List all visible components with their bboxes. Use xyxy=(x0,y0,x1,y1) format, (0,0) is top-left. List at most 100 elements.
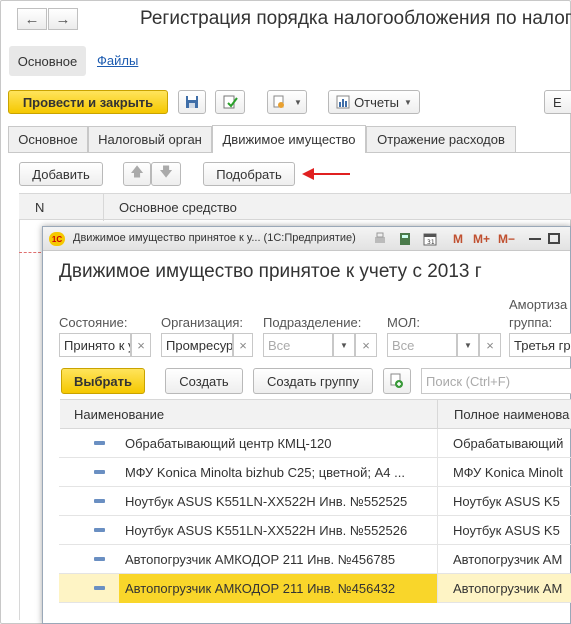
create-group-button[interactable]: Создать группу xyxy=(253,368,373,394)
column-divider xyxy=(103,194,104,221)
item-full-name: Автопогрузчик АМ xyxy=(453,552,563,567)
dialog-heading: Движимое имущество принятое к учету с 20… xyxy=(59,261,482,282)
document-structure-icon xyxy=(273,95,285,108)
item-full-name: Автопогрузчик АМ xyxy=(453,581,563,596)
dept-dropdown-button[interactable]: ▼ xyxy=(333,333,355,357)
list-item-icon xyxy=(94,586,105,590)
dept-placeholder: Все xyxy=(268,337,291,353)
org-label: Организация: xyxy=(161,315,244,330)
forward-button[interactable]: → xyxy=(48,8,78,30)
column-full-name: Полное наименова xyxy=(454,407,570,422)
structure-button[interactable]: ▼ xyxy=(267,90,307,114)
org-field[interactable]: Промресур xyxy=(161,333,233,357)
post-and-close-button[interactable]: Провести и закрыть xyxy=(8,90,168,114)
mol-clear-button[interactable]: × xyxy=(479,333,501,357)
save-button[interactable] xyxy=(178,90,206,114)
save-icon xyxy=(186,96,198,108)
chevron-down-icon: ▼ xyxy=(340,340,348,350)
state-clear-button[interactable]: × xyxy=(131,333,151,357)
list-item[interactable]: Автопогрузчик АМКОДОР 211 Инв. №456432 Ав… xyxy=(59,574,571,603)
list-item-icon xyxy=(94,557,105,561)
column-divider xyxy=(437,545,438,574)
back-button[interactable]: ← xyxy=(17,8,47,30)
calendar-icon[interactable]: 31 xyxy=(423,232,437,246)
state-label: Состояние: xyxy=(59,315,128,330)
amort-group-value: Третья гр xyxy=(514,337,571,353)
list-item[interactable]: Ноутбук ASUS K551LN-XX522H Инв. №552526 Н… xyxy=(59,516,571,545)
state-value: Принято к у xyxy=(64,337,131,353)
column-divider xyxy=(437,429,438,458)
item-full-name: Ноутбук ASUS K5 xyxy=(453,494,560,509)
clear-icon: × xyxy=(239,337,247,353)
mol-dropdown-button[interactable]: ▼ xyxy=(457,333,479,357)
minimize-icon[interactable] xyxy=(529,238,541,240)
list-item-icon xyxy=(94,528,105,532)
column-asset: Основное средство xyxy=(119,200,237,215)
amort-label-line2: группа: xyxy=(509,315,553,330)
grid-row-marker xyxy=(19,252,41,253)
column-divider xyxy=(437,516,438,545)
list-item[interactable]: Обрабатывающий центр КМЦ-120 Обрабатывающ… xyxy=(59,429,571,458)
list-item-icon xyxy=(94,470,105,474)
memory-button[interactable]: M xyxy=(453,232,463,246)
grid-left-border xyxy=(19,220,20,620)
clear-icon: × xyxy=(137,337,145,353)
more-button[interactable]: Е xyxy=(544,90,571,114)
dept-label: Подразделение: xyxy=(263,315,362,330)
move-down-button[interactable]: 🡇 xyxy=(151,162,181,186)
column-divider xyxy=(437,574,438,603)
copy-button[interactable] xyxy=(383,368,411,394)
amort-group-field[interactable]: Третья гр xyxy=(509,333,571,357)
item-full-name: Ноутбук ASUS K5 xyxy=(453,523,560,538)
maximize-icon[interactable] xyxy=(548,233,560,244)
report-icon xyxy=(336,95,350,109)
state-field[interactable]: Принято к у xyxy=(59,333,131,357)
post-document-icon xyxy=(223,95,238,109)
list-item[interactable]: Ноутбук ASUS K551LN-XX522H Инв. №552525 Н… xyxy=(59,487,571,516)
reports-label: Отчеты xyxy=(354,94,399,110)
item-name: МФУ Konica Minolta bizhub C25; цветной; … xyxy=(125,465,405,480)
print-icon[interactable] xyxy=(373,232,387,246)
mol-label: МОЛ: xyxy=(387,315,420,330)
tab-main[interactable]: Основное xyxy=(8,126,88,152)
post-button[interactable] xyxy=(215,90,245,114)
reports-button[interactable]: Отчеты ▼ xyxy=(328,90,420,114)
arrow-down-icon: 🡇 xyxy=(159,164,173,179)
list-item[interactable]: Автопогрузчик АМКОДОР 211 Инв. №456785 Ав… xyxy=(59,545,571,574)
mol-field[interactable]: Все xyxy=(387,333,457,357)
list-item-icon xyxy=(94,499,105,503)
amort-label-line1: Амортиза xyxy=(509,297,568,312)
create-button[interactable]: Создать xyxy=(165,368,243,394)
tab-expense-reflection[interactable]: Отражение расходов xyxy=(366,126,516,152)
list-item-icon xyxy=(94,441,105,445)
dept-field[interactable]: Все xyxy=(263,333,333,357)
column-divider xyxy=(437,487,438,516)
item-name: Ноутбук ASUS K551LN-XX522H Инв. №552526 xyxy=(125,523,408,538)
tab-movable-property[interactable]: Движимое имущество xyxy=(212,125,366,153)
memory-plus-button[interactable]: M+ xyxy=(473,232,490,246)
search-input[interactable]: Поиск (Ctrl+F) xyxy=(421,368,571,394)
calculator-icon[interactable] xyxy=(398,232,412,246)
app-1c-icon: 1С xyxy=(49,232,65,246)
column-n: N xyxy=(35,200,45,215)
org-value: Промресур xyxy=(166,337,233,353)
section-main[interactable]: Основное xyxy=(9,46,86,76)
pick-button[interactable]: Подобрать xyxy=(203,162,295,186)
list-item[interactable]: МФУ Konica Minolta bizhub C25; цветной; … xyxy=(59,458,571,487)
column-divider xyxy=(437,400,438,430)
dept-clear-button[interactable]: × xyxy=(355,333,377,357)
column-divider xyxy=(437,458,438,487)
section-files-link[interactable]: Файлы xyxy=(97,53,138,68)
dialog-titlebar: 1С Движимое имущество принятое к у... (1… xyxy=(43,227,570,251)
item-name: Обрабатывающий центр КМЦ-120 xyxy=(125,436,332,451)
move-up-button[interactable]: 🡅 xyxy=(123,162,151,186)
memory-minus-button[interactable]: M− xyxy=(498,232,515,246)
org-clear-button[interactable]: × xyxy=(233,333,253,357)
select-button[interactable]: Выбрать xyxy=(61,368,145,394)
tab-tax-authority[interactable]: Налоговый орган xyxy=(88,126,212,152)
add-button[interactable]: Добавить xyxy=(19,162,103,186)
copy-icon xyxy=(390,373,403,388)
item-name: Ноутбук ASUS K551LN-XX522H Инв. №552525 xyxy=(125,494,408,509)
item-name: Автопогрузчик АМКОДОР 211 Инв. №456785 xyxy=(125,552,396,567)
item-name: Автопогрузчик АМКОДОР 211 Инв. №456432 xyxy=(125,581,396,596)
